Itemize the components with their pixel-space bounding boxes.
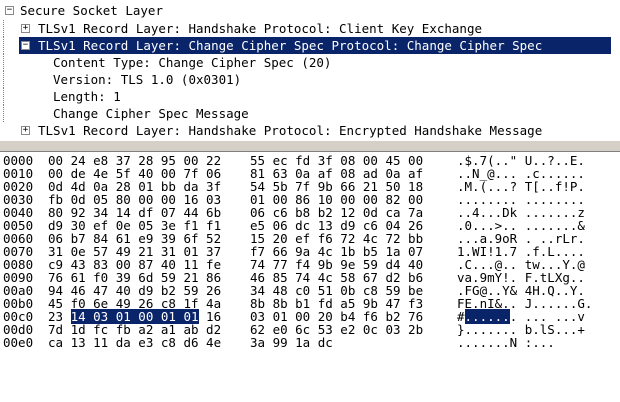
collapse-icon[interactable]: − [5,6,14,15]
hex-offset: 00e0 [3,335,34,350]
tree-guide-line [3,37,5,54]
collapse-icon[interactable]: − [21,41,30,50]
tree-field-label: Change Cipher Spec Message [53,106,249,121]
hex-bytes-second-half[interactable]: 3a 99 1a dc [250,336,333,349]
tree-item-record-change-cipher-spec[interactable]: − TLSv1 Record Layer: Change Cipher Spec… [0,37,620,54]
hex-bytes-first-half[interactable]: ca 13 11 da e3 c8 d6 4e [48,336,221,349]
tree-field-change-cipher-spec-message[interactable]: Change Cipher Spec Message [0,105,620,122]
expand-icon[interactable]: + [21,24,30,33]
tree-guide-line [3,105,5,122]
pane-splitter[interactable] [0,140,620,152]
tree-guide-line [3,20,5,37]
tree-field-label: Content Type: Change Cipher Spec (20) [53,55,332,70]
expand-icon[interactable]: + [21,126,30,135]
tree-field-length[interactable]: Length: 1 [0,88,620,105]
tree-field-version[interactable]: Version: TLS 1.0 (0x0301) [0,71,620,88]
hex-dump-row[interactable]: 00e0 ca 13 11 da e3 c8 d6 4e 3a 99 1a dc..… [0,336,620,349]
tree-guide-line [3,88,5,105]
tree-item-label: TLSv1 Record Layer: Handshake Protocol: … [38,21,483,36]
tree-item-secure-socket-layer[interactable]: − Secure Socket Layer [0,2,620,19]
tree-item-label: Secure Socket Layer [20,3,163,18]
tree-field-label: Length: 1 [53,89,121,104]
tree-item-record-client-key-exchange[interactable]: + TLSv1 Record Layer: Handshake Protocol… [0,20,620,37]
tree-guide-line [3,71,5,88]
tree-item-label: TLSv1 Record Layer: Handshake Protocol: … [38,123,543,138]
tree-item-record-encrypted-handshake[interactable]: + TLSv1 Record Layer: Handshake Protocol… [0,122,620,139]
tree-item-label: TLSv1 Record Layer: Change Cipher Spec P… [38,38,543,53]
tree-guide-line [3,54,5,71]
packet-details-pane[interactable]: − Secure Socket Layer + TLSv1 Record Lay… [0,0,620,140]
packet-bytes-pane[interactable]: 0000 00 24 e8 37 28 95 00 22 55 ec fd 3f 0… [0,152,620,402]
tree-field-content-type[interactable]: Content Type: Change Cipher Spec (20) [0,54,620,71]
tree-field-label: Version: TLS 1.0 (0x0301) [53,72,242,87]
ascii-dump[interactable]: .......N :... [457,336,555,349]
